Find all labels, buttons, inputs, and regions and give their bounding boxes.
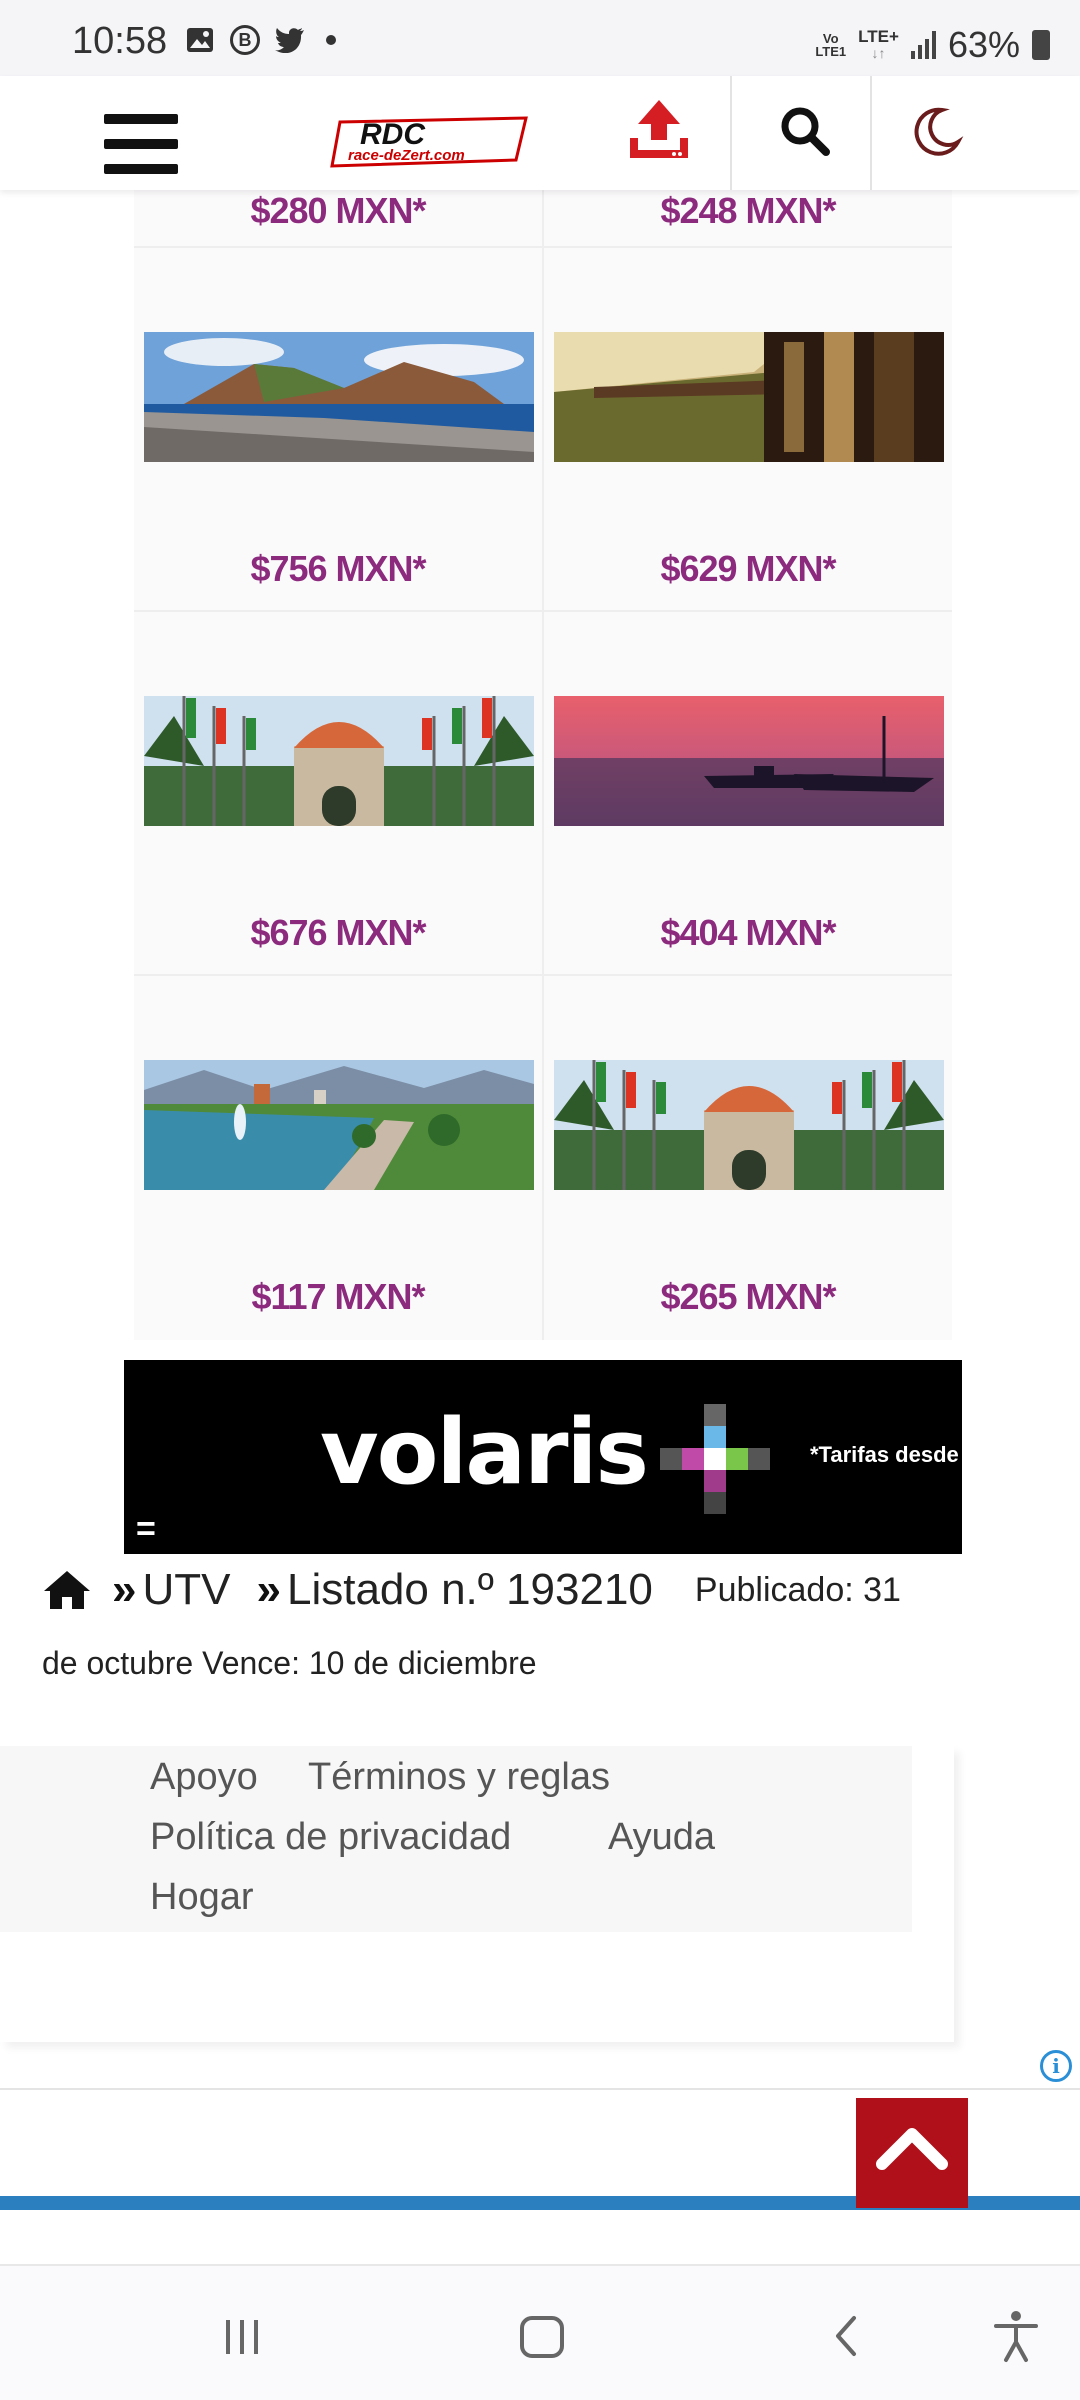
recent-apps-icon[interactable] bbox=[212, 2306, 272, 2366]
upload-icon[interactable] bbox=[628, 98, 690, 162]
flight-price[interactable]: $756 MXN* bbox=[134, 548, 542, 590]
footer-link-privacy[interactable]: Política de privacidad bbox=[150, 1816, 511, 1859]
status-time: 10:58 bbox=[72, 20, 168, 62]
system-icons: Vo LTE1 LTE+ ↓↑ 63% bbox=[815, 24, 1050, 66]
more-notifications-dot bbox=[326, 35, 336, 45]
twitter-icon bbox=[274, 24, 306, 56]
volaris-logo-icon bbox=[660, 1404, 770, 1514]
breadcrumb-category[interactable]: UTV bbox=[142, 1555, 230, 1625]
destination-photo-coast[interactable] bbox=[144, 332, 534, 462]
ad-info-icon[interactable]: i bbox=[1040, 2050, 1072, 2082]
volte-indicator: Vo LTE1 bbox=[815, 32, 846, 58]
system-navigation-bar bbox=[0, 2266, 1080, 2400]
lte-plus-label: LTE+ bbox=[858, 27, 899, 46]
grid-divider bbox=[542, 190, 544, 1340]
lte1-label: LTE1 bbox=[815, 44, 847, 59]
menu-hamburger-icon[interactable] bbox=[104, 114, 178, 174]
home-button-icon[interactable] bbox=[512, 2306, 572, 2366]
b-app-icon: B bbox=[230, 25, 260, 55]
destination-photo-sunset[interactable] bbox=[554, 696, 944, 826]
scroll-to-top-button[interactable] bbox=[856, 2098, 968, 2208]
flight-deals-grid: $280 MXN* $248 MXN* $756 MXN* $629 MXN* bbox=[134, 190, 952, 1340]
footer-link-help[interactable]: Ayuda bbox=[608, 1816, 715, 1859]
flight-price[interactable]: $629 MXN* bbox=[544, 548, 952, 590]
equals-icon[interactable]: = bbox=[136, 1510, 156, 1549]
site-header: RDC race-deZert.com bbox=[0, 76, 1080, 190]
battery-percentage: 63% bbox=[947, 24, 1020, 65]
ad-divider bbox=[0, 2088, 1080, 2090]
site-logo[interactable]: RDC race-deZert.com bbox=[330, 114, 530, 170]
flight-price[interactable]: $265 MXN* bbox=[544, 1276, 952, 1318]
header-divider bbox=[870, 76, 872, 190]
ad-tagline: *Tarifas desde bbox=[810, 1442, 959, 1467]
home-icon[interactable] bbox=[42, 1569, 92, 1611]
grid-row-divider bbox=[134, 974, 952, 976]
footer-link-terms[interactable]: Términos y reglas bbox=[308, 1756, 610, 1799]
chevron-up-icon bbox=[876, 2128, 948, 2170]
data-arrows-icon: ↓↑ bbox=[871, 45, 886, 61]
footer-link-support[interactable]: Apoyo bbox=[150, 1756, 258, 1799]
destination-photo-park[interactable] bbox=[144, 1060, 534, 1190]
footer-links: Apoyo Términos y reglas Política de priv… bbox=[0, 1746, 912, 1932]
double-chevron-icon: » bbox=[256, 1565, 281, 1614]
footer-link-home[interactable]: Hogar bbox=[150, 1876, 254, 1919]
search-icon[interactable] bbox=[778, 104, 834, 160]
destination-photo-train[interactable] bbox=[554, 332, 944, 462]
breadcrumb-listing: Listado n.º 193210 bbox=[286, 1565, 653, 1614]
dark-mode-moon-icon[interactable] bbox=[908, 104, 964, 160]
listing-dates: de octubre Vence: 10 de diciembre bbox=[42, 1645, 537, 1681]
published-date: Publicado: 31 bbox=[694, 1571, 901, 1609]
flight-price[interactable]: $404 MXN* bbox=[544, 912, 952, 954]
grid-row-divider bbox=[134, 610, 952, 612]
battery-icon bbox=[1032, 30, 1050, 60]
destination-photo-monument[interactable] bbox=[144, 696, 534, 826]
volaris-ad-banner[interactable]: volaris *Tarifas desde = bbox=[124, 1360, 962, 1554]
volaris-brand-text: volaris bbox=[320, 1400, 649, 1505]
flight-price[interactable]: $280 MXN* bbox=[134, 190, 542, 232]
grid-row-divider bbox=[134, 246, 952, 248]
signal-icon bbox=[910, 31, 936, 59]
lte-plus-indicator: LTE+ ↓↑ bbox=[858, 28, 899, 62]
header-divider bbox=[730, 76, 732, 190]
flight-price[interactable]: $676 MXN* bbox=[134, 912, 542, 954]
breadcrumb: » UTV » Listado n.º 193210 Publicado: 31… bbox=[42, 1560, 1052, 1698]
back-icon[interactable] bbox=[816, 2306, 876, 2366]
logo-domain-text: race-deZert.com bbox=[348, 147, 465, 164]
flight-price[interactable]: $248 MXN* bbox=[544, 190, 952, 232]
notification-icons: B bbox=[184, 24, 336, 56]
destination-photo-monument[interactable] bbox=[554, 1060, 944, 1190]
status-bar: 10:58 B Vo LTE1 LTE+ ↓↑ 63% bbox=[0, 0, 1080, 76]
gallery-icon bbox=[184, 24, 216, 56]
accessibility-icon[interactable] bbox=[986, 2306, 1046, 2366]
flight-price[interactable]: $117 MXN* bbox=[134, 1276, 542, 1318]
double-chevron-icon: » bbox=[112, 1565, 137, 1614]
footer: Apoyo Términos y reglas Política de priv… bbox=[0, 1746, 954, 2042]
